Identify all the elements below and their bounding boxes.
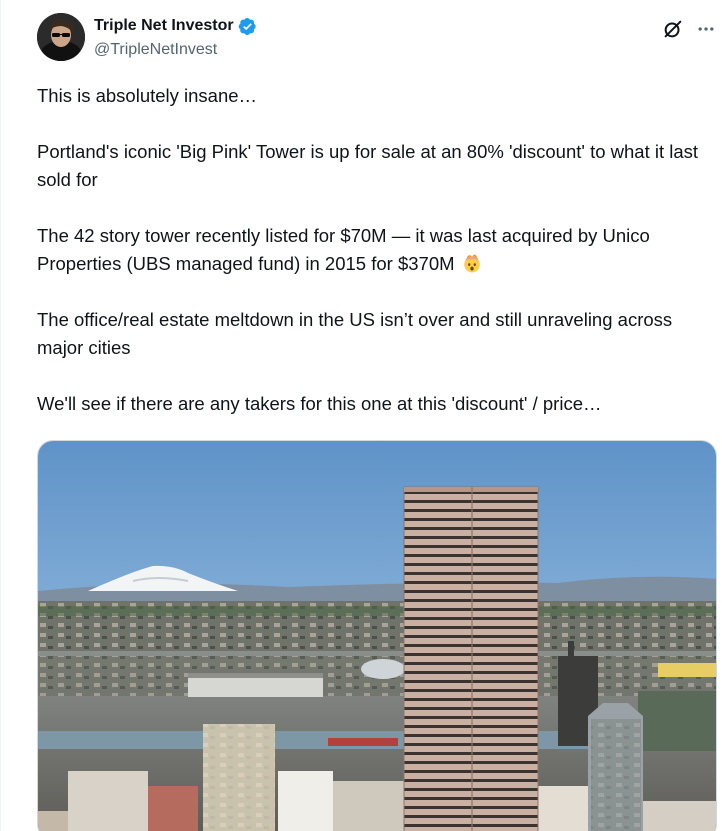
exploding-head-emoji-icon: [462, 253, 482, 273]
tweet-text: This is absolutely insane… Portland's ic…: [37, 82, 717, 418]
tweet-photo[interactable]: [37, 440, 717, 831]
author-handle[interactable]: @TripleNetInvest: [94, 41, 217, 59]
tweet-card: Triple Net Investor @TripleNetInvest Thi…: [0, 0, 722, 831]
tweet-paragraph-3-text: The 42 story tower recently listed for $…: [37, 225, 655, 274]
author-display-name[interactable]: Triple Net Investor: [94, 17, 234, 35]
portland-tower-photo: [38, 441, 716, 831]
tweet-paragraph-5: We'll see if there are any takers for th…: [37, 393, 602, 414]
tweet-paragraph-4: The office/real estate meltdown in the U…: [37, 309, 678, 358]
tweet-paragraph-3: The 42 story tower recently listed for $…: [37, 222, 717, 278]
tweet-paragraph-2: Portland's iconic 'Big Pink' Tower is up…: [37, 141, 704, 190]
more-options-icon[interactable]: [691, 14, 721, 44]
grok-icon[interactable]: [658, 14, 688, 44]
avatar[interactable]: [37, 13, 85, 61]
tweet-paragraph-1: This is absolutely insane…: [37, 85, 258, 106]
author-name-row[interactable]: Triple Net Investor: [94, 15, 257, 37]
verified-badge-icon: [238, 17, 257, 36]
